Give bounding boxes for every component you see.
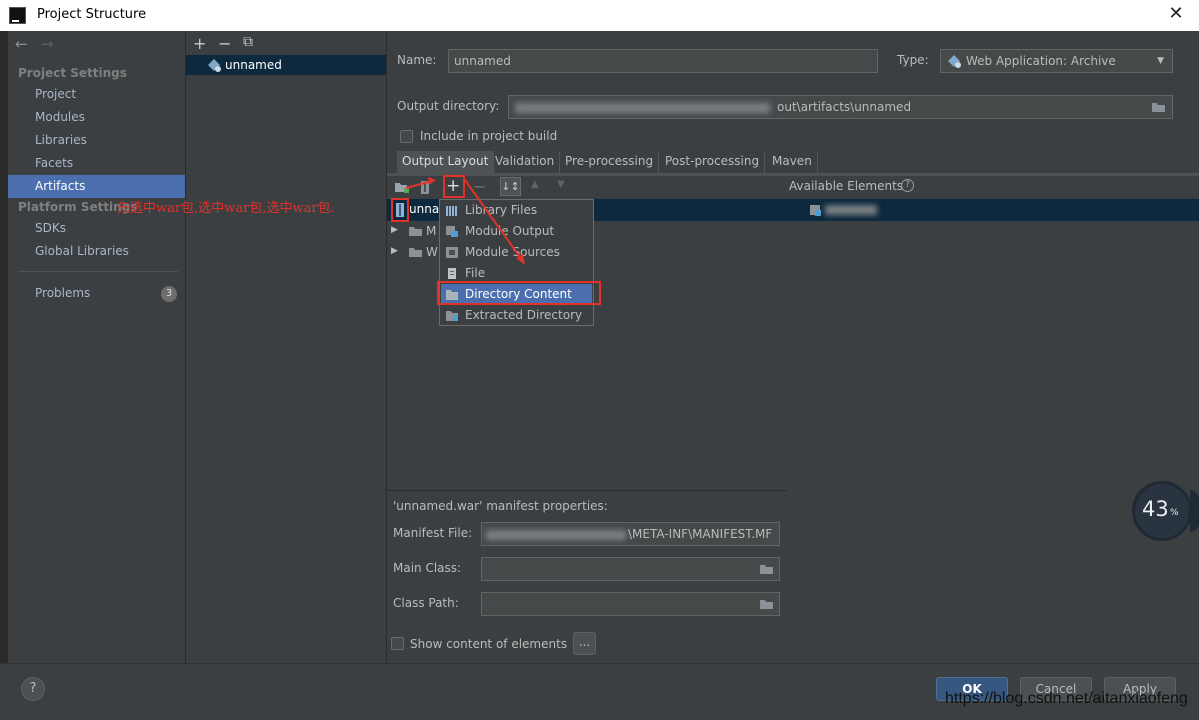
folder-icon[interactable] <box>759 598 774 610</box>
redacted-path <box>515 103 770 113</box>
help-button[interactable]: ? <box>21 677 45 701</box>
watermark-text: https://blog.csdn.net/aitanxiaofeng <box>945 690 1188 707</box>
sidebar-item-sdks[interactable]: SDKs <box>8 217 185 240</box>
problems-count-badge: 3 <box>161 286 177 302</box>
sidebar-item-label: Global Libraries <box>35 244 129 258</box>
available-elements-row[interactable] <box>787 199 1199 221</box>
add-artifact-button[interactable]: + <box>193 34 206 53</box>
module-icon <box>810 205 821 216</box>
folder-icon[interactable] <box>1151 101 1166 113</box>
name-label: Name: <box>397 53 437 67</box>
output-directory-value: out\artifacts\unnamed <box>777 100 912 114</box>
artifact-list-item[interactable]: unnamed <box>186 55 386 75</box>
sidebar-item-libraries[interactable]: Libraries <box>8 129 185 152</box>
main-class-input[interactable] <box>481 557 780 581</box>
gauge-side-tab <box>1190 490 1199 532</box>
back-arrow-icon[interactable]: ← <box>15 35 28 53</box>
output-directory-label: Output directory: <box>397 99 500 113</box>
close-icon[interactable]: ✕ <box>1166 4 1186 24</box>
type-label: Type: <box>897 53 929 67</box>
annotation-text: 先选中war包,选中war包,选中war包. <box>117 201 335 216</box>
class-path-label: Class Path: <box>393 596 459 610</box>
more-options-button[interactable]: ... <box>573 632 596 655</box>
remove-artifact-button[interactable]: − <box>218 34 231 53</box>
include-in-build-label: Include in project build <box>420 129 558 143</box>
web-artifact-icon <box>208 59 221 72</box>
sidebar-item-modules[interactable]: Modules <box>8 106 185 129</box>
artifact-type-select[interactable]: Web Application: Archive ▼ <box>940 49 1173 73</box>
manifest-file-label: Manifest File: <box>393 526 473 540</box>
sidebar-item-project[interactable]: Project <box>8 83 185 106</box>
artifact-settings-panel: Name: unnamed Type: Web Application: Arc… <box>387 31 1199 663</box>
manifest-file-value: \META-INF\MANIFEST.MF <box>628 527 773 541</box>
gauge-value: 43 <box>1142 497 1169 521</box>
project-settings-heading: Project Settings <box>18 66 127 80</box>
folder-icon[interactable] <box>759 563 774 575</box>
manifest-title: 'unnamed.war' manifest properties: <box>393 499 608 513</box>
redacted-path <box>486 530 626 540</box>
output-directory-input[interactable]: out\artifacts\unnamed <box>508 95 1173 119</box>
memory-usage-gauge: 43 % <box>1132 481 1192 541</box>
menu-item-label: Extracted Directory <box>465 308 583 322</box>
include-in-build-checkbox[interactable] <box>400 130 413 143</box>
extracted-directory-icon <box>446 311 458 321</box>
web-artifact-icon <box>948 55 961 68</box>
main-class-label: Main Class: <box>393 561 462 575</box>
tab-maven[interactable]: Maven <box>767 151 818 173</box>
gauge-unit: % <box>1170 508 1179 518</box>
help-circle-icon[interactable]: ? <box>901 179 914 192</box>
sidebar-item-label: SDKs <box>35 221 66 235</box>
sidebar-item-label: Libraries <box>35 133 87 147</box>
chevron-down-icon: ▼ <box>1157 56 1164 66</box>
sidebar-item-artifacts[interactable]: Artifacts <box>8 175 185 198</box>
sidebar-item-label: Problems <box>35 286 91 300</box>
menu-item-extracted-directory[interactable]: Extracted Directory <box>441 305 592 326</box>
artifact-name-input[interactable]: unnamed <box>448 49 878 73</box>
redacted-module-name <box>825 205 877 215</box>
copy-artifact-button[interactable]: ⧉ <box>243 34 253 50</box>
sidebar-item-global-libraries[interactable]: Global Libraries <box>8 240 185 263</box>
sidebar-item-label: Project <box>35 87 77 101</box>
tree-divider <box>387 490 787 491</box>
sidebar-item-label: Modules <box>35 110 85 124</box>
directory-content-highlight <box>437 281 601 305</box>
window-title-bar: Project Structure ✕ <box>0 0 1199 32</box>
sidebar-item-facets[interactable]: Facets <box>8 152 185 175</box>
forward-arrow-icon[interactable]: → <box>41 35 54 53</box>
artifacts-list-panel: + − ⧉ unnamed <box>186 31 387 663</box>
manifest-file-input[interactable]: \META-INF\MANIFEST.MF <box>481 522 780 546</box>
sidebar-item-label: Facets <box>35 156 74 170</box>
background-editor-strip <box>0 31 8 719</box>
sidebar-divider <box>18 271 178 272</box>
settings-sidebar: ← → Project Settings Project Modules Lib… <box>8 31 186 663</box>
class-path-input[interactable] <box>481 592 780 616</box>
artifact-label: unnamed <box>225 58 282 72</box>
available-elements-label: Available Elements <box>789 179 904 193</box>
tab-post-processing[interactable]: Post-processing <box>660 151 766 173</box>
sidebar-item-problems[interactable]: Problems 3 <box>8 282 185 305</box>
artifact-type-value: Web Application: Archive <box>966 54 1116 68</box>
window-title: Project Structure <box>37 7 147 22</box>
sidebar-item-label: Artifacts <box>35 179 86 193</box>
annotation-arrows <box>405 177 525 265</box>
intellij-app-icon <box>9 7 26 24</box>
show-content-checkbox[interactable] <box>391 637 404 650</box>
show-content-label: Show content of elements <box>410 637 568 651</box>
